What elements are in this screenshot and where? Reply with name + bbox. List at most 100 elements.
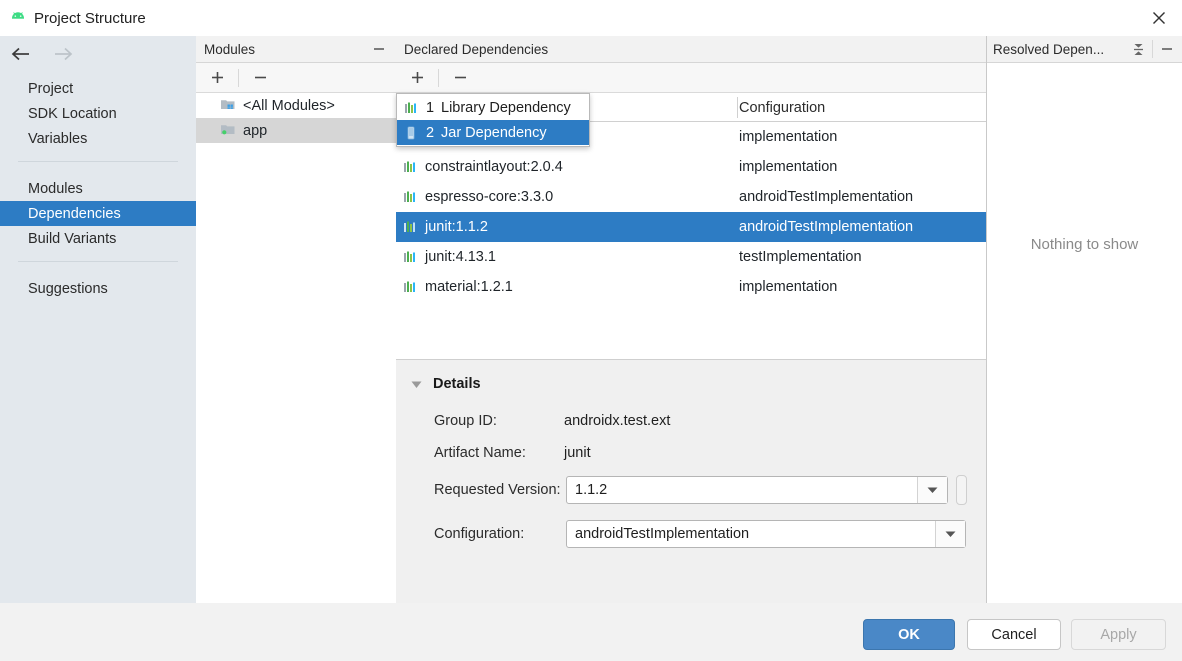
minus-icon[interactable] [247,66,273,90]
sidebar: Project SDK Location Variables Modules D… [0,36,196,603]
resolved-panel-title: Resolved Depen... [993,42,1104,57]
column-header-configuration[interactable]: Configuration [739,93,825,122]
chevron-down-icon[interactable] [917,477,947,503]
sidebar-item-label: Suggestions [28,281,108,297]
add-dependency-menu: 1 Library Dependency 2 Jar Dependency [396,93,590,147]
dialog-footer: OK Cancel Apply [0,603,1182,661]
column-divider [737,97,738,118]
module-folder-icon [220,122,236,140]
sidebar-item-variables[interactable]: Variables [0,126,196,151]
resolved-dependencies-panel: Resolved Depen... Nothing to show [987,36,1182,603]
title-bar: Project Structure [0,0,1182,36]
configuration-label: Configuration: [434,518,524,550]
library-icon [402,219,418,235]
sidebar-item-label: Build Variants [28,231,116,247]
window-title: Project Structure [34,10,146,27]
minimize-icon[interactable] [368,38,390,60]
sidebar-group-suggestions: Suggestions [0,272,196,301]
plus-icon[interactable] [204,66,230,90]
module-row-all-modules[interactable]: <All Modules> [196,93,396,118]
sidebar-divider [18,161,178,162]
minus-icon[interactable] [447,66,473,90]
library-icon [403,100,419,116]
modules-toolbar [196,63,396,93]
library-icon [402,279,418,295]
configuration-value[interactable]: androidTestImplementation [567,526,935,542]
resolved-panel-header: Resolved Depen... [987,36,1182,63]
dependency-configuration: androidTestImplementation [739,219,913,235]
details-header: Details [396,360,986,392]
menu-item-library-dependency[interactable]: 1 Library Dependency [397,95,589,120]
cancel-button[interactable]: Cancel [967,619,1061,650]
sidebar-item-sdk-location[interactable]: SDK Location [0,101,196,126]
dependency-configuration: androidTestImplementation [739,189,913,205]
artifact-name-label: Artifact Name: [434,440,526,466]
arrow-right-icon [50,41,76,67]
ok-button[interactable]: OK [863,619,955,650]
arrow-left-icon[interactable] [8,41,34,67]
dependency-name: junit:4.13.1 [425,249,496,265]
apply-button: Apply [1071,619,1166,650]
empty-state-text: Nothing to show [987,236,1182,253]
module-row-label: <All Modules> [243,98,335,114]
menu-item-label: Jar Dependency [441,125,547,141]
table-row[interactable]: junit:1.1.2 androidTestImplementation [396,212,986,242]
menu-item-jar-dependency[interactable]: 2 Jar Dependency [397,120,589,145]
toolbar-divider [238,69,239,87]
modules-panel-header: Modules [196,36,396,63]
artifact-name-value: junit [564,440,591,466]
sidebar-item-project[interactable]: Project [0,76,196,101]
android-robot-icon [8,8,28,28]
requested-version-value[interactable]: 1.1.2 [567,482,917,498]
sidebar-group-modules: Modules Dependencies Build Variants [0,172,196,251]
ellipsis-button-icon[interactable] [956,475,967,505]
sidebar-item-dependencies[interactable]: Dependencies [0,201,196,226]
dependency-name: material:1.2.1 [425,279,513,295]
library-icon [402,249,418,265]
dependency-configuration: implementation [739,159,837,175]
modules-panel-title: Modules [204,42,255,57]
plus-icon[interactable] [404,66,430,90]
requested-version-row: Requested Version: 1.1.2 [396,474,986,506]
sidebar-item-modules[interactable]: Modules [0,176,196,201]
sidebar-item-suggestions[interactable]: Suggestions [0,276,196,301]
modules-panel: Modules [196,36,396,603]
sidebar-item-label: Modules [28,181,83,197]
close-icon[interactable] [1136,0,1182,36]
sidebar-item-label: Project [28,81,73,97]
table-row[interactable]: material:1.2.1 implementation [396,272,986,302]
dependency-configuration: implementation [739,129,837,145]
chevron-down-icon[interactable] [935,521,965,547]
table-row[interactable]: constraintlayout:2.0.4 implementation [396,152,986,182]
menu-item-mnemonic: 1 [425,100,435,116]
jar-icon [403,125,419,141]
group-id-value: androidx.test.ext [564,408,670,434]
requested-version-combo[interactable]: 1.1.2 [566,476,948,504]
declared-panel-header: Declared Dependencies [396,36,986,63]
module-row-label: app [243,123,267,139]
module-row-app[interactable]: app [196,118,396,143]
declared-panel-title: Declared Dependencies [404,42,548,57]
group-id-row: Group ID: androidx.test.ext [396,408,986,434]
configuration-combo[interactable]: androidTestImplementation [566,520,966,548]
sidebar-item-label: SDK Location [28,106,117,122]
details-title: Details [433,376,481,392]
library-icon [402,159,418,175]
configuration-row: Configuration: androidTestImplementation [396,518,986,550]
table-row[interactable]: espresso-core:3.3.0 androidTestImplement… [396,182,986,212]
dependency-name: constraintlayout:2.0.4 [425,159,563,175]
library-icon [402,189,418,205]
minimize-icon[interactable] [1156,38,1178,60]
declared-toolbar [396,63,986,93]
project-structure-dialog: Project Structure [0,0,1182,661]
sidebar-item-label: Dependencies [28,206,121,222]
menu-item-mnemonic: 2 [425,125,435,141]
sidebar-item-build-variants[interactable]: Build Variants [0,226,196,251]
dependency-configuration: implementation [739,279,837,295]
dependencies-list: appcompat:1.2.0 implementation constrain… [396,122,986,382]
header-divider [1152,40,1153,58]
triangle-down-icon[interactable] [410,378,423,391]
all-modules-folder-icon [220,97,236,115]
table-row[interactable]: junit:4.13.1 testImplementation [396,242,986,272]
collapse-all-icon[interactable] [1127,38,1149,60]
